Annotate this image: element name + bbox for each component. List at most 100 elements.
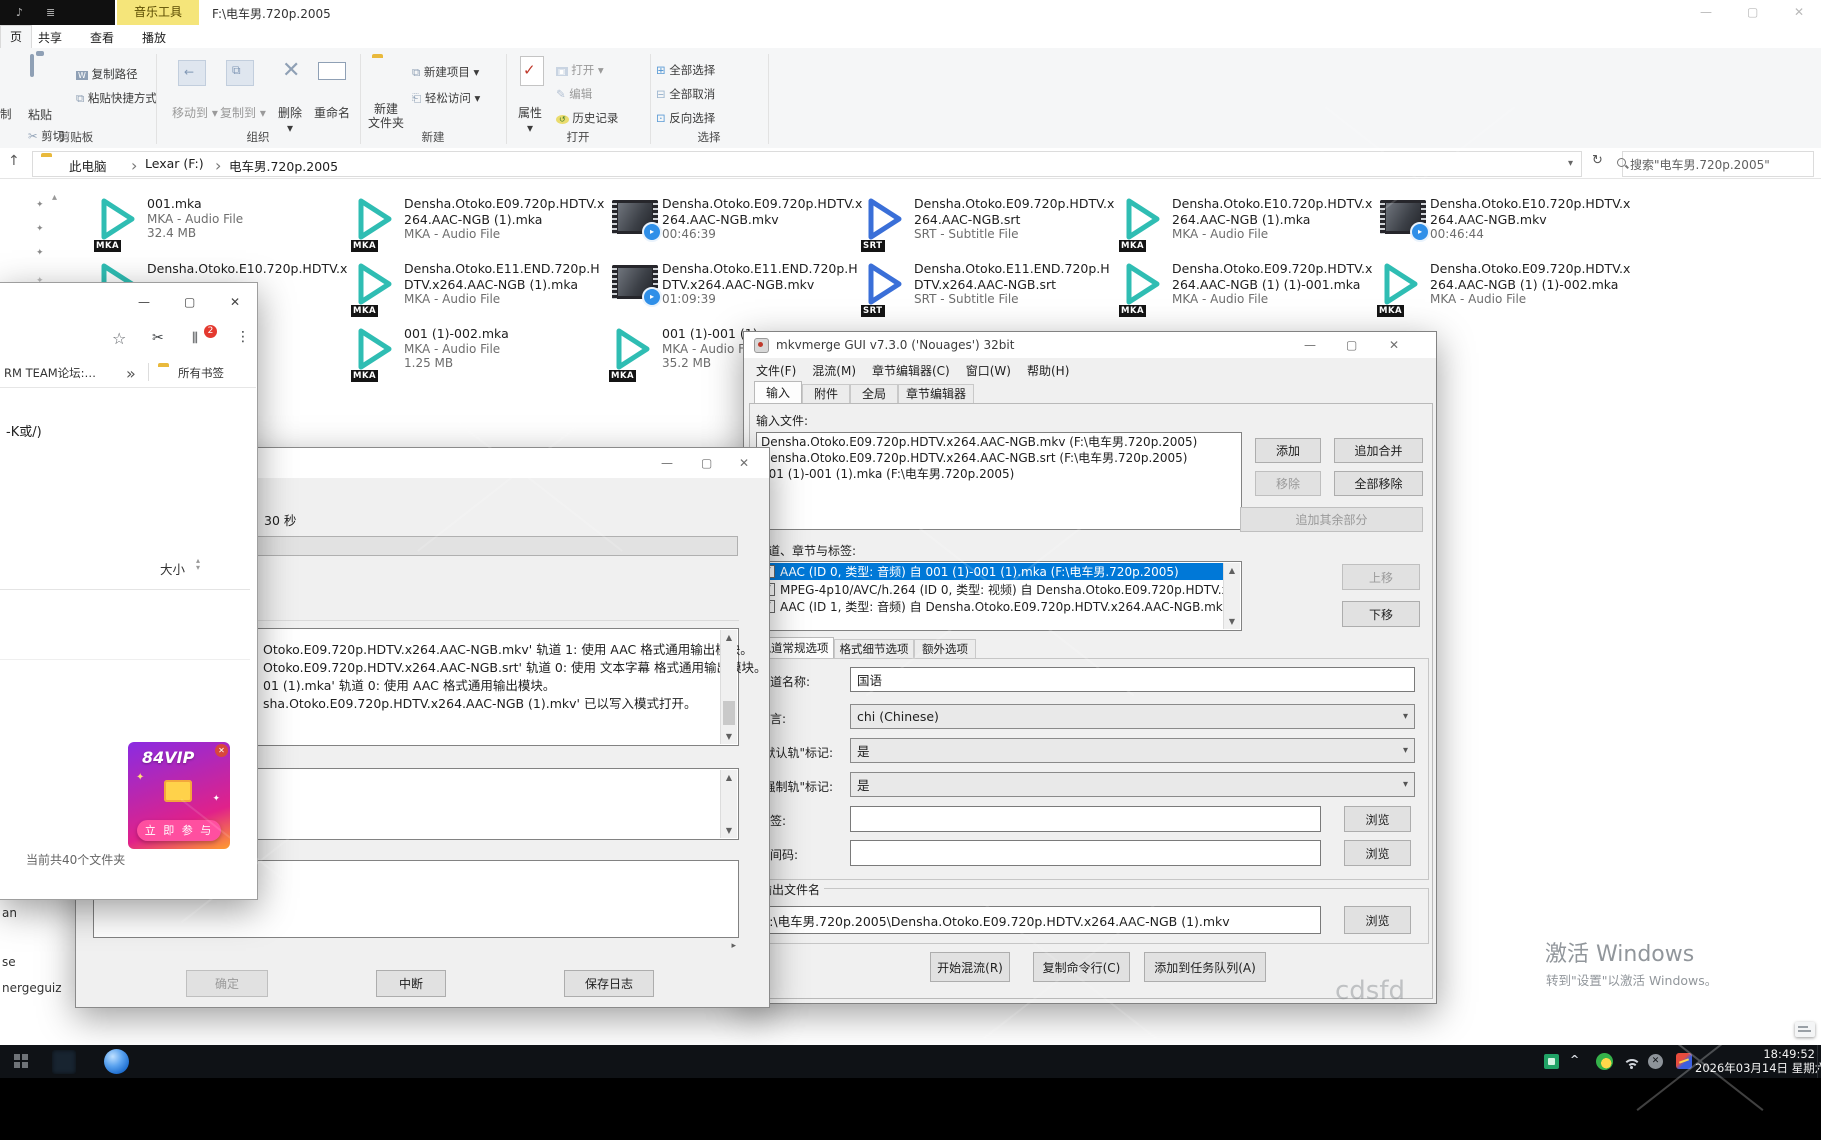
breadcrumb-drive[interactable]: Lexar (F:) — [145, 156, 204, 171]
dialog-maximize-button[interactable]: ▢ — [701, 457, 712, 469]
easy-access-button[interactable]: ⎗ 轻松访问 ▾ — [412, 90, 480, 106]
timecodes-browse-button[interactable]: 浏览 — [1344, 840, 1411, 866]
tab-input[interactable]: 输入 — [754, 381, 802, 404]
tab-global[interactable]: 全局 — [850, 384, 898, 404]
tab-home[interactable]: 页 — [0, 25, 32, 49]
paste-shortcut-button[interactable]: ⧉ 粘贴快捷方式 — [76, 90, 157, 106]
explorer-close-button[interactable]: ✕ — [1794, 6, 1804, 18]
select-all-button[interactable]: ⊞ 全部选择 — [656, 62, 715, 78]
default-track-select[interactable]: 是▾ — [850, 738, 1415, 763]
timecodes-input[interactable] — [850, 840, 1321, 866]
extensions-icon[interactable]: ⫼ — [192, 331, 199, 346]
save-log-button[interactable]: 保存日志 — [564, 970, 654, 997]
scroll-down-icon[interactable]: ▼ — [721, 823, 737, 838]
language-select[interactable]: chi (Chinese)▾ — [850, 704, 1415, 729]
start-button[interactable] — [14, 1054, 28, 1068]
input-file-row[interactable]: 001 (1)-001 (1).mka (F:\电车男.720p.2005) — [757, 465, 1241, 481]
mkvmerge-minimize-button[interactable]: — — [1304, 339, 1316, 351]
tray-green-icon[interactable] — [1544, 1054, 1559, 1069]
scroll-up-icon[interactable]: ▲ — [721, 630, 737, 645]
append-parts-button[interactable]: 追加其余部分 — [1240, 507, 1423, 532]
edit-button[interactable]: ✎ 编辑 — [556, 86, 592, 102]
search-input[interactable]: 搜索"电车男.720p.2005" — [1630, 156, 1790, 173]
ok-button[interactable]: 确定 — [186, 970, 268, 997]
add-to-jobqueue-button[interactable]: 添加到任务队列(A) — [1144, 952, 1266, 982]
file-tile[interactable]: MKADensha.Otoko.E09.720p.HDTV.x264.AAC-N… — [1120, 261, 1370, 319]
bookmark-item[interactable]: RM TEAM论坛:… — [4, 365, 120, 381]
history-button[interactable]: ↺ 历史记录 — [556, 110, 618, 126]
track-name-input[interactable]: 国语 — [850, 667, 1415, 692]
dialog-close-button[interactable]: ✕ — [739, 457, 749, 469]
file-tile[interactable]: MKADensha.Otoko.E09.720p.HDTV.x264.AAC-N… — [1378, 261, 1628, 319]
show-desktop-strip[interactable] — [1817, 1045, 1821, 1078]
copy-to-button[interactable]: 复制到 ▾ — [220, 104, 266, 121]
tab-play[interactable]: 播放 — [142, 29, 166, 46]
kebab-menu-icon[interactable]: ⋮ — [236, 329, 250, 345]
file-tile[interactable]: MKADensha.Otoko.E11.END.720p.HDTV.x264.A… — [352, 261, 602, 319]
tray-blocked-icon[interactable]: ✕ — [1648, 1054, 1663, 1069]
append-button[interactable]: 追加合并 — [1334, 438, 1423, 463]
tab-share[interactable]: 共享 — [38, 29, 62, 46]
address-dropdown-icon[interactable]: ▾ — [1568, 158, 1573, 169]
subtab-extra[interactable]: 额外选项 — [914, 639, 976, 659]
file-tile[interactable]: ▸Densha.Otoko.E11.END.720p.HDTV.x264.AAC… — [610, 261, 860, 319]
tags-input[interactable] — [850, 806, 1321, 832]
tags-browse-button[interactable]: 浏览 — [1344, 806, 1411, 832]
sort-icon[interactable]: ▴▾ — [196, 557, 200, 571]
scroll-up-icon[interactable]: ▲ — [721, 770, 737, 785]
contextual-tab-header[interactable]: 音乐工具 — [117, 0, 199, 25]
file-tile[interactable]: SRTDensha.Otoko.E09.720p.HDTV.x264.AAC-N… — [862, 196, 1112, 254]
qat-menu-icon[interactable]: ≣ — [46, 0, 55, 25]
tab-view[interactable]: 查看 — [90, 29, 114, 46]
track-row[interactable]: ✓AAC (ID 1, 类型: 音频) 自 Densha.Otoko.E09.7… — [758, 598, 1240, 615]
explorer-maximize-button[interactable]: ▢ — [1747, 6, 1758, 18]
output-file-input[interactable]: F:\电车男.720p.2005\Densha.Otoko.E09.720p.H… — [756, 906, 1321, 934]
file-tile[interactable]: SRTDensha.Otoko.E11.END.720p.HDTV.x264.A… — [862, 261, 1112, 319]
scroll-down-icon[interactable]: ▼ — [721, 729, 737, 744]
taskbar-browser-icon[interactable] — [104, 1049, 129, 1074]
clip-tool-icon[interactable]: ✂ — [152, 330, 164, 346]
menu-muxing[interactable]: 混流(M) — [812, 362, 856, 381]
select-none-button[interactable]: ⊟ 全部取消 — [656, 86, 715, 102]
menu-file[interactable]: 文件(F) — [756, 362, 796, 381]
all-bookmarks-button[interactable]: 所有书签 — [178, 365, 224, 381]
mkvmerge-maximize-button[interactable]: ▢ — [1346, 339, 1357, 351]
forced-track-select[interactable]: 是▾ — [850, 772, 1415, 797]
paste-icon[interactable] — [30, 56, 60, 88]
paste-button[interactable]: 粘贴 — [28, 106, 52, 123]
mkvmerge-close-button[interactable]: ✕ — [1389, 339, 1399, 351]
input-files-list[interactable]: Densha.Otoko.E09.720p.HDTV.x264.AAC-NGB.… — [756, 432, 1242, 530]
remove-button[interactable]: 移除 — [1255, 471, 1321, 496]
subtab-format[interactable]: 格式细节选项 — [834, 639, 914, 659]
invert-selection-button[interactable]: ⊡ 反向选择 — [656, 110, 715, 126]
tab-chapter-editor[interactable]: 章节编辑器 — [898, 384, 974, 404]
file-tile[interactable]: MKADensha.Otoko.E09.720p.HDTV.x264.AAC-N… — [352, 196, 602, 254]
scroll-down-icon[interactable]: ▼ — [1224, 614, 1240, 629]
log-scrollbar[interactable]: ▲ ▼ — [720, 630, 737, 744]
h-scroll-icon[interactable]: ▸ — [731, 941, 736, 951]
track-list[interactable]: ✓AAC (ID 0, 类型: 音频) 自 001 (1)-001 (1).mk… — [756, 561, 1242, 631]
abort-button[interactable]: 中断 — [376, 970, 446, 997]
scroll-up-icon[interactable]: ▴ — [52, 192, 57, 203]
explorer-minimize-button[interactable]: — — [1700, 6, 1712, 18]
new-folder-button[interactable]: 新建文件夹 — [368, 102, 404, 130]
dialog-minimize-button[interactable]: — — [661, 457, 673, 469]
output-browse-button[interactable]: 浏览 — [1344, 906, 1411, 934]
file-tile[interactable]: MKA001 (1)-002.mkaMKA - Audio File1.25 M… — [352, 326, 602, 384]
input-file-row[interactable]: Densha.Otoko.E09.720p.HDTV.x264.AAC-NGB.… — [757, 449, 1241, 465]
track-row[interactable]: ✓MPEG-4p10/AVC/h.264 (ID 0, 类型: 视频) 自 De… — [758, 581, 1240, 598]
browser-maximize-button[interactable]: ▢ — [184, 296, 195, 308]
browser-close-button[interactable]: ✕ — [230, 296, 240, 308]
refresh-icon[interactable]: ↻ — [1592, 153, 1603, 168]
warnings-scrollbar[interactable]: ▲ ▼ — [720, 770, 737, 838]
scroll-up-icon[interactable]: ▲ — [1224, 563, 1240, 578]
copy-cmdline-button[interactable]: 复制命令行(C) — [1033, 952, 1130, 982]
browser-minimize-button[interactable]: — — [138, 296, 150, 308]
ad-cta-button[interactable]: 立 即 参 与 — [137, 820, 221, 841]
breadcrumb-box[interactable]: 此电脑 › Lexar (F:) › 电车男.720p.2005 ▾ — [32, 151, 1582, 177]
mkvmerge-titlebar[interactable]: mkvmerge GUI v7.3.0 ('Nouages') 32bit — … — [744, 332, 1436, 358]
move-to-button[interactable]: 移动到 ▾ — [172, 104, 218, 121]
track-row-selected[interactable]: ✓AAC (ID 0, 类型: 音频) 自 001 (1)-001 (1).mk… — [758, 563, 1240, 580]
taskbar-clock[interactable]: 18:49:52 2026年03月14日 星期六 — [1695, 1047, 1815, 1077]
ad-close-icon[interactable]: ✕ — [215, 744, 228, 757]
